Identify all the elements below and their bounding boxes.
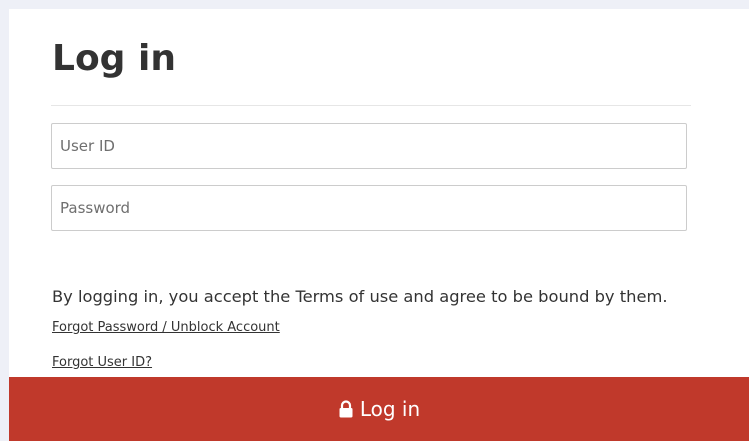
terms-notice: By logging in, you accept the Terms of u… — [52, 287, 668, 306]
user-id-input[interactable] — [51, 123, 687, 169]
forgot-password-link[interactable]: Forgot Password / Unblock Account — [52, 320, 280, 335]
password-input[interactable] — [51, 185, 687, 231]
login-button[interactable]: Log in — [9, 377, 749, 441]
login-button-label: Log in — [359, 397, 421, 421]
login-card: Log in By logging in, you accept the Ter… — [9, 9, 749, 441]
forgot-user-id-link[interactable]: Forgot User ID? — [52, 355, 152, 370]
title-divider — [51, 105, 691, 106]
lock-icon — [339, 400, 353, 418]
page-title: Log in — [52, 38, 176, 79]
